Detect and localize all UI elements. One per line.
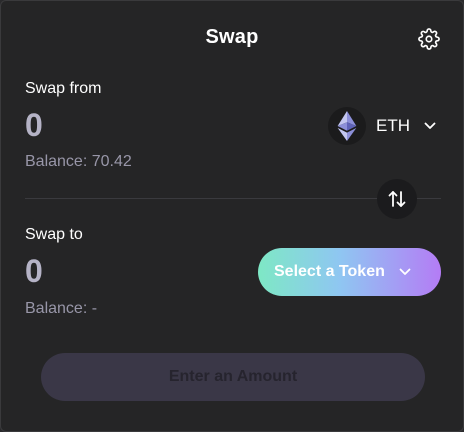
enter-amount-button[interactable]: Enter an Amount bbox=[41, 353, 425, 401]
switch-direction-button[interactable] bbox=[377, 179, 417, 219]
select-token-button[interactable]: Select a Token bbox=[258, 248, 441, 296]
chevron-down-icon bbox=[399, 268, 411, 276]
gear-icon bbox=[418, 28, 440, 50]
swap-from-amount-input[interactable]: 0 bbox=[25, 107, 43, 144]
swap-to-amount-input[interactable]: 0 bbox=[25, 253, 43, 290]
swap-to-balance: Balance: - bbox=[25, 300, 98, 317]
chevron-down-icon bbox=[424, 122, 436, 130]
swap-to-label: Swap to bbox=[25, 226, 83, 243]
ethereum-icon bbox=[328, 107, 366, 145]
swap-vertical-arrows-icon bbox=[388, 191, 406, 207]
swap-from-balance: Balance: 70.42 bbox=[25, 153, 132, 170]
swap-card: Swap Swap from 0 Balance: 70.42 ETH Swap… bbox=[0, 0, 464, 432]
from-token-selector[interactable]: ETH bbox=[328, 106, 448, 146]
page-title: Swap bbox=[205, 26, 259, 48]
select-token-label: Select a Token bbox=[274, 263, 385, 280]
settings-button[interactable] bbox=[417, 27, 441, 51]
enter-amount-label: Enter an Amount bbox=[168, 368, 298, 385]
from-token-symbol: ETH bbox=[376, 116, 410, 135]
swap-from-label: Swap from bbox=[25, 80, 102, 97]
